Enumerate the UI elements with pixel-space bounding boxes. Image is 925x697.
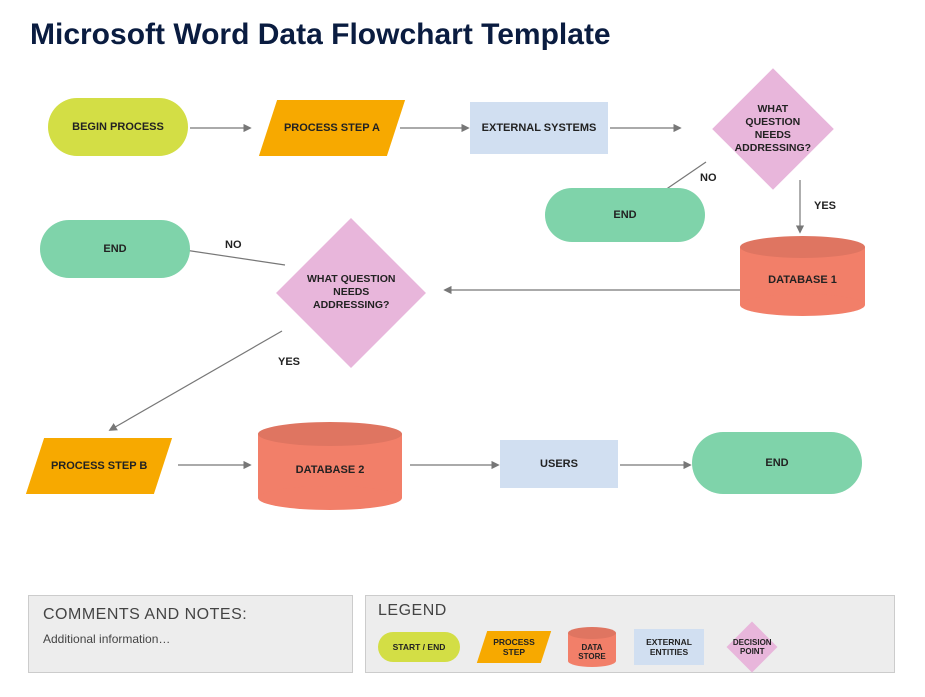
decision-1-label: WHAT QUESTION NEEDS ADDRESSING? (730, 103, 816, 156)
comments-text: Additional information… (43, 632, 338, 646)
terminator-end-left: END (40, 220, 190, 278)
users-entity: USERS (500, 440, 618, 488)
edge-label-no-1: NO (700, 172, 717, 184)
legend-title: LEGEND (378, 602, 882, 620)
database-2: DATABASE 2 (258, 422, 402, 510)
terminator-end-right-label: END (765, 456, 788, 470)
terminator-begin: BEGIN PROCESS (48, 98, 188, 156)
legend-external: EXTERNAL ENTITIES (634, 629, 704, 665)
comments-box: COMMENTS AND NOTES: Additional informati… (28, 595, 353, 673)
terminator-end-top-label: END (613, 208, 636, 222)
flowchart-canvas: BEGIN PROCESS PROCESS STEP A EXTERNAL SY… (0, 0, 925, 697)
legend-datastore-label: DATA STORE (568, 643, 616, 661)
database-2-label: DATABASE 2 (258, 464, 402, 476)
legend-process: PROCESS STEP (478, 629, 550, 665)
process-step-b-label: PROCESS STEP B (51, 459, 147, 473)
legend-start-end-label: START / END (393, 642, 446, 652)
legend-decision-label: DECISION POINT (733, 638, 772, 656)
process-step-a-label: PROCESS STEP A (284, 121, 380, 135)
external-systems-label: EXTERNAL SYSTEMS (482, 121, 597, 135)
legend-external-label: EXTERNAL ENTITIES (634, 637, 704, 657)
external-systems: EXTERNAL SYSTEMS (470, 102, 608, 154)
legend-start-end: START / END (378, 632, 460, 662)
edge-label-yes-1: YES (814, 200, 836, 212)
comments-title: COMMENTS AND NOTES: (43, 606, 338, 624)
legend-decision: DECISION POINT (722, 624, 782, 670)
terminator-begin-label: BEGIN PROCESS (72, 120, 164, 134)
users-entity-label: USERS (540, 457, 578, 471)
terminator-end-top: END (545, 188, 705, 242)
database-1-label: DATABASE 1 (740, 274, 865, 286)
legend-row: START / END PROCESS STEP DATA STORE EXTE… (378, 624, 882, 670)
database-1: DATABASE 1 (740, 236, 865, 316)
terminator-end-left-label: END (103, 242, 126, 256)
decision-2-label: WHAT QUESTION NEEDS ADDRESSING? (298, 273, 404, 312)
terminator-end-right: END (692, 432, 862, 494)
edge-label-no-2: NO (225, 239, 242, 251)
process-step-b: PROCESS STEP B (26, 438, 172, 494)
process-step-a: PROCESS STEP A (259, 100, 405, 156)
legend-box: LEGEND START / END PROCESS STEP DATA STO… (365, 595, 895, 673)
edge-label-yes-2: YES (278, 356, 300, 368)
legend-process-label: PROCESS STEP (482, 637, 546, 657)
legend-datastore: DATA STORE (568, 627, 616, 667)
